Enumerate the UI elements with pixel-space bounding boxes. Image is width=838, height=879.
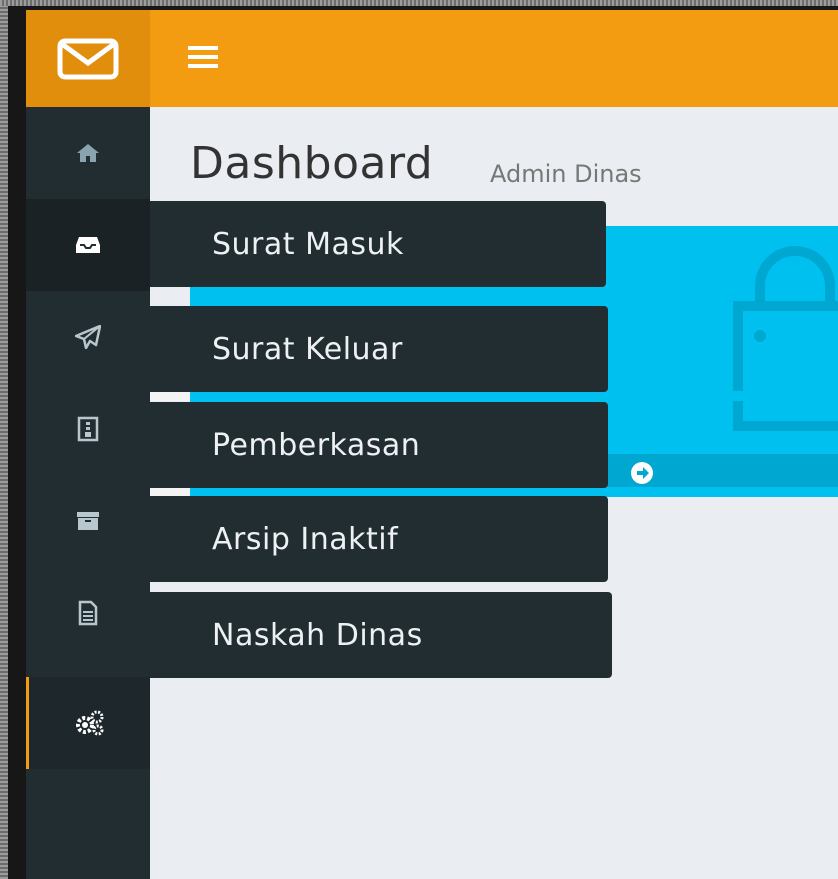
flyout-item-label: Arsip Inaktif (212, 521, 399, 557)
arrow-circle-right-icon (631, 462, 653, 484)
sidebar-item-documents[interactable] (26, 567, 150, 659)
flyout-item-pemberkasan[interactable]: Pemberkasan (150, 402, 608, 488)
sidebar-item-outbox[interactable] (26, 291, 150, 383)
app-window: Dashboard Admin Dinas Surat Masuk Surat … (26, 10, 838, 879)
envelope-icon (57, 38, 119, 79)
frame-border-left (0, 0, 8, 879)
logo[interactable] (26, 10, 150, 107)
flyout-item-label: Surat Masuk (212, 226, 404, 262)
menu-toggle-button[interactable] (186, 40, 220, 74)
sidebar (26, 107, 150, 879)
paper-plane-icon (75, 325, 101, 349)
flyout-item-naskah-dinas[interactable]: Naskah Dinas (150, 592, 612, 678)
top-header (26, 10, 838, 107)
inbox-icon (76, 237, 100, 253)
sidebar-item-filing[interactable] (26, 383, 150, 475)
flyout-item-surat-keluar[interactable]: Surat Keluar (150, 306, 608, 392)
sidebar-item-home[interactable] (26, 107, 150, 199)
hamburger-menu-icon (188, 46, 218, 68)
sidebar-item-archive[interactable] (26, 475, 150, 567)
page-title: Dashboard (190, 138, 434, 189)
content-stripe (150, 391, 838, 401)
sidebar-item-inbox[interactable] (26, 199, 150, 291)
sidebar-item-settings[interactable] (26, 677, 150, 769)
home-icon (77, 144, 99, 162)
gears-icon (75, 710, 103, 736)
file-archive-icon (77, 416, 99, 442)
flyout-item-label: Pemberkasan (212, 427, 421, 463)
flyout-item-arsip-inaktif[interactable]: Arsip Inaktif (150, 496, 608, 582)
frame-border-top (0, 0, 838, 6)
flyout-item-surat-masuk[interactable]: Surat Masuk (150, 201, 606, 287)
page-subtitle: Admin Dinas (490, 160, 642, 188)
shopping-bag-icon (733, 246, 838, 431)
flyout-item-label: Naskah Dinas (212, 617, 423, 653)
document-icon (78, 600, 98, 626)
flyout-item-label: Surat Keluar (212, 331, 403, 367)
archive-box-icon (77, 512, 99, 530)
